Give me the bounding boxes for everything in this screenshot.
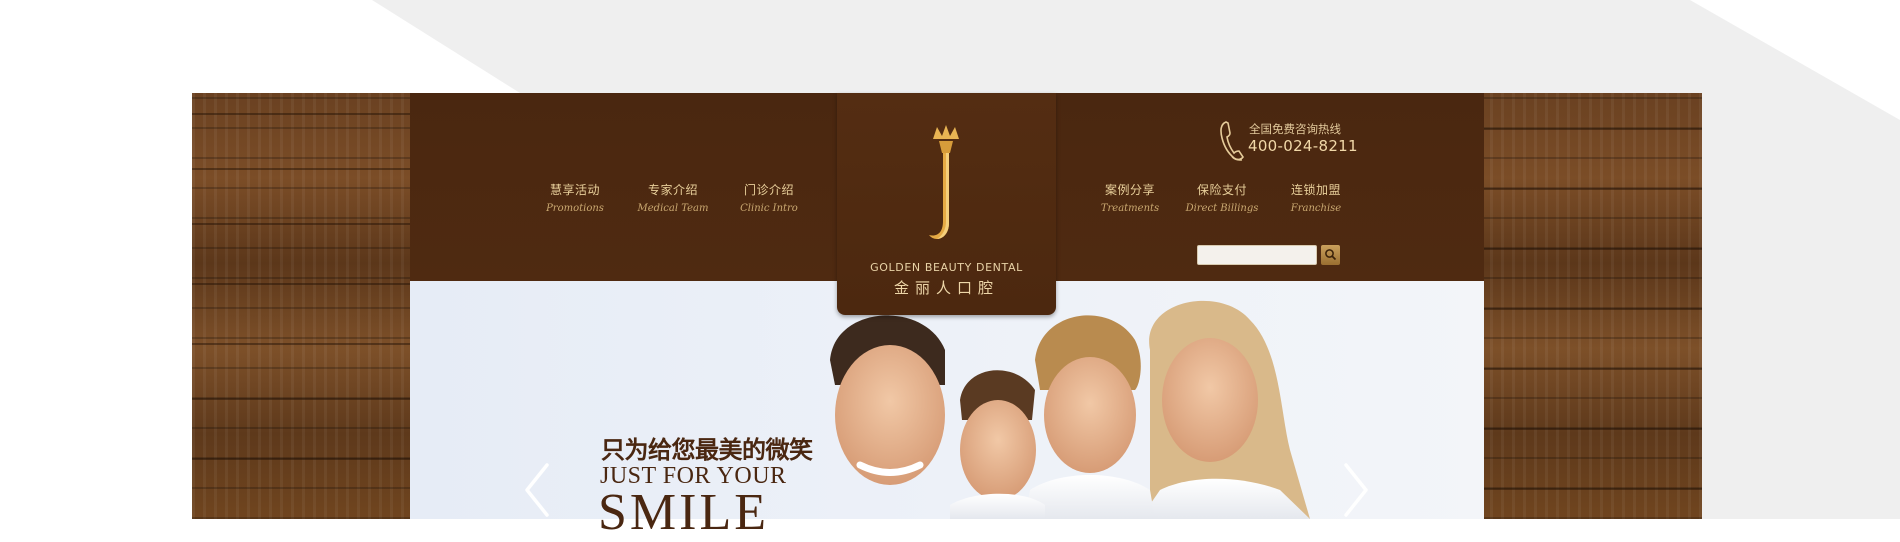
search-button[interactable] [1321,245,1340,265]
nav-label-cn: 慧享活动 [549,183,600,197]
nav-label-cn: 专家介绍 [647,183,698,197]
nav-item-franchise[interactable]: 连锁加盟 Franchise [1261,181,1371,214]
chevron-left-icon[interactable] [521,461,555,519]
search-input[interactable] [1197,245,1317,265]
nav-label-en: Medical Team [637,203,709,214]
nav-item-promotions[interactable]: 慧享活动 Promotions [520,181,630,214]
nav-label-en: Franchise [1290,203,1342,214]
nav-item-medical-team[interactable]: 专家介绍 Medical Team [618,181,728,214]
chevron-right-icon[interactable] [1338,461,1372,519]
logo-icon[interactable] [925,123,967,247]
nav-item-clinic-intro[interactable]: 门诊介绍 Clinic Intro [714,181,824,214]
logo-text-en: GOLDEN BEAUTY DENTAL [870,261,1023,274]
logo-text-cn: 金丽人口腔 [893,279,999,297]
hotline-number[interactable]: 400-024-8211 [1248,137,1358,155]
hotline-label: 全国免费咨询热线 [1249,122,1341,136]
hero-slogan-cn: 只为给您最美的微笑 [601,435,813,464]
nav-label-cn: 连锁加盟 [1290,183,1341,197]
family-photo [830,300,1310,519]
nav-label-cn: 门诊介绍 [743,183,794,197]
nav-label-en: Promotions [546,203,604,214]
phone-icon [1220,121,1244,161]
search-icon [1325,249,1337,261]
hero-slogan-en-line2: SMILE [598,484,769,541]
nav-label-en: Clinic Intro [740,203,798,214]
